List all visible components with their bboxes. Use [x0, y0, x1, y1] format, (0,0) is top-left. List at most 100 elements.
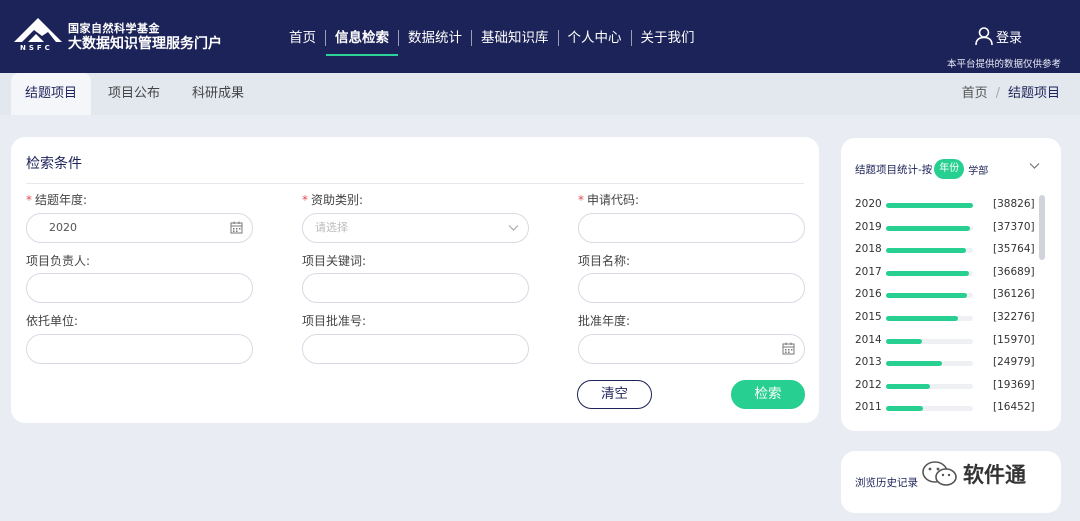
watermark-text: 软件通 — [963, 463, 1026, 487]
breadcrumb-separator: / — [995, 86, 1000, 101]
code-label-text: 申请代码: — [587, 193, 640, 207]
keyword-label: 项目关键词: — [302, 254, 367, 268]
year-stat-row[interactable]: 2014 [15970] — [855, 331, 1035, 353]
nav-data-stats[interactable]: 数据统计 — [399, 28, 471, 48]
stats-card: 结题项目统计-按 年份 学部 2020 [38826] 2019 [37370] 201… — [841, 138, 1061, 431]
year-stat-row[interactable]: 2018 [35764] — [855, 240, 1035, 262]
leader-label: 项目负责人: — [26, 254, 91, 268]
year-count: [36689] — [993, 265, 1035, 278]
year-bar-track — [886, 316, 973, 321]
tab-concluded-projects[interactable]: 结题项目 — [11, 73, 92, 115]
main-nav: 首页 信息检索 数据统计 基础知识库 个人中心 关于我们 — [280, 28, 704, 56]
data-notice: 本平台提供的数据仅供参考 — [946, 59, 1061, 70]
year-label: * 结题年度: — [26, 191, 87, 208]
year-count: [32276] — [993, 311, 1035, 323]
year-bar-track — [886, 225, 973, 231]
breadcrumb-home[interactable]: 首页 — [962, 86, 988, 101]
login-button[interactable]: 登录 — [974, 26, 1022, 46]
name-label: 项目名称: — [578, 254, 631, 268]
search-button[interactable]: 检索 — [731, 380, 805, 409]
year-bar-track — [886, 361, 973, 367]
filter-department-pill[interactable]: 学部 — [968, 162, 988, 177]
year-bar-fill — [886, 383, 930, 389]
chevron-down-icon — [508, 225, 519, 231]
year-count: [36126] — [993, 288, 1035, 301]
year-count: [37370] — [993, 220, 1035, 233]
nav-knowledge-base[interactable]: 基础知识库 — [472, 28, 558, 48]
top-header: NSFC 国家自然科学基金 大数据知识管理服务门户 首页 信息检索 数据统计 基… — [0, 0, 1080, 73]
search-card: 检索条件 * 结题年度: 2020 * 资助类别: 请选择 * 申请代码: 项目负责人… — [11, 137, 819, 423]
required-mark: * — [578, 193, 584, 207]
year-label: 2018 — [855, 243, 882, 256]
approval-number-input[interactable] — [302, 334, 529, 364]
chevron-down-icon[interactable] — [1029, 162, 1040, 170]
calendar-icon — [782, 342, 795, 355]
year-bar-fill — [886, 248, 966, 254]
breadcrumb-current: 结题项目 — [1007, 86, 1060, 101]
year-bar-fill — [886, 361, 942, 367]
project-leader-input[interactable] — [26, 273, 253, 303]
conclusion-year-field[interactable]: 2020 — [26, 213, 253, 243]
year-stat-row[interactable]: 2015 [32276] — [855, 308, 1035, 330]
tab-project-announcements[interactable]: 项目公布 — [108, 73, 160, 115]
year-label: 2012 — [855, 378, 882, 391]
nav-about-us[interactable]: 关于我们 — [632, 28, 704, 48]
approval-year-label: 批准年度: — [578, 314, 631, 328]
year-stat-row[interactable]: 2017 [36689] — [855, 263, 1035, 285]
filter-year-pill[interactable]: 年份 — [934, 159, 965, 179]
project-keyword-input[interactable] — [302, 273, 529, 303]
year-bar-fill — [886, 225, 970, 231]
year-count: [19369] — [993, 378, 1035, 391]
clear-button[interactable]: 清空 — [577, 380, 652, 409]
year-bar-track — [886, 203, 973, 208]
wechat-icon — [922, 461, 957, 486]
year-label: 2014 — [855, 333, 882, 346]
year-bar-fill — [886, 316, 958, 321]
funding-label: * 资助类别: — [302, 191, 363, 208]
funding-type-placeholder: 请选择 — [315, 221, 348, 234]
application-code-input[interactable] — [578, 213, 805, 243]
year-label-text: 结题年度: — [35, 193, 88, 207]
site-title-line2: 大数据知识管理服务门户 — [68, 36, 222, 52]
user-icon — [975, 27, 993, 46]
year-stat-row[interactable]: 2013 [24979] — [855, 353, 1035, 375]
stats-header: 结题项目统计-按 年份 学部 — [855, 159, 988, 179]
search-card-title: 检索条件 — [26, 156, 82, 172]
year-bar-track — [886, 406, 973, 412]
nav-info-search[interactable]: 信息检索 — [326, 28, 398, 56]
approval-year-field[interactable] — [578, 334, 805, 364]
conclusion-year-value: 2020 — [49, 221, 77, 234]
year-stat-row[interactable]: 2011 [16452] — [855, 398, 1035, 420]
breadcrumb: 首页 / 结题项目 — [962, 73, 1060, 115]
year-bar-fill — [886, 338, 922, 344]
year-stat-row[interactable]: 2012 [19369] — [855, 376, 1035, 398]
year-stat-row[interactable]: 2016 [36126] — [855, 285, 1035, 307]
year-bar-track — [886, 293, 973, 299]
year-count: [38826] — [993, 198, 1035, 210]
project-name-input[interactable] — [578, 273, 805, 303]
host-org-input[interactable] — [26, 334, 253, 364]
year-label: 2013 — [855, 356, 882, 369]
sub-nav-bar: 结题项目 项目公布 科研成果 首页 / 结题项目 — [0, 73, 1080, 115]
year-bar-fill — [886, 293, 967, 299]
nav-home[interactable]: 首页 — [280, 28, 325, 48]
watermark: 软件通 — [921, 459, 1026, 489]
year-label: 2011 — [855, 401, 882, 414]
tab-research-results[interactable]: 科研成果 — [192, 73, 244, 115]
year-stat-row[interactable]: 2020 [38826] — [855, 195, 1035, 217]
browse-history-link[interactable]: 浏览历史记录 — [855, 475, 918, 490]
logo-badge: NSFC — [20, 44, 53, 52]
required-mark: * — [26, 193, 32, 207]
year-stat-row[interactable]: 2019 [37370] — [855, 218, 1035, 240]
org-label: 依托单位: — [26, 314, 79, 328]
year-bar-fill — [886, 270, 969, 276]
nav-personal-center[interactable]: 个人中心 — [559, 28, 631, 48]
year-count: [35764] — [993, 243, 1035, 256]
scrollbar-thumb[interactable] — [1039, 195, 1045, 260]
funding-type-select[interactable]: 请选择 — [302, 213, 529, 243]
year-label: 2017 — [855, 265, 882, 278]
year-bar-fill — [886, 406, 923, 412]
login-label: 登录 — [996, 30, 1023, 46]
year-bar-fill — [886, 203, 973, 208]
funding-label-text: 资助类别: — [311, 193, 364, 207]
